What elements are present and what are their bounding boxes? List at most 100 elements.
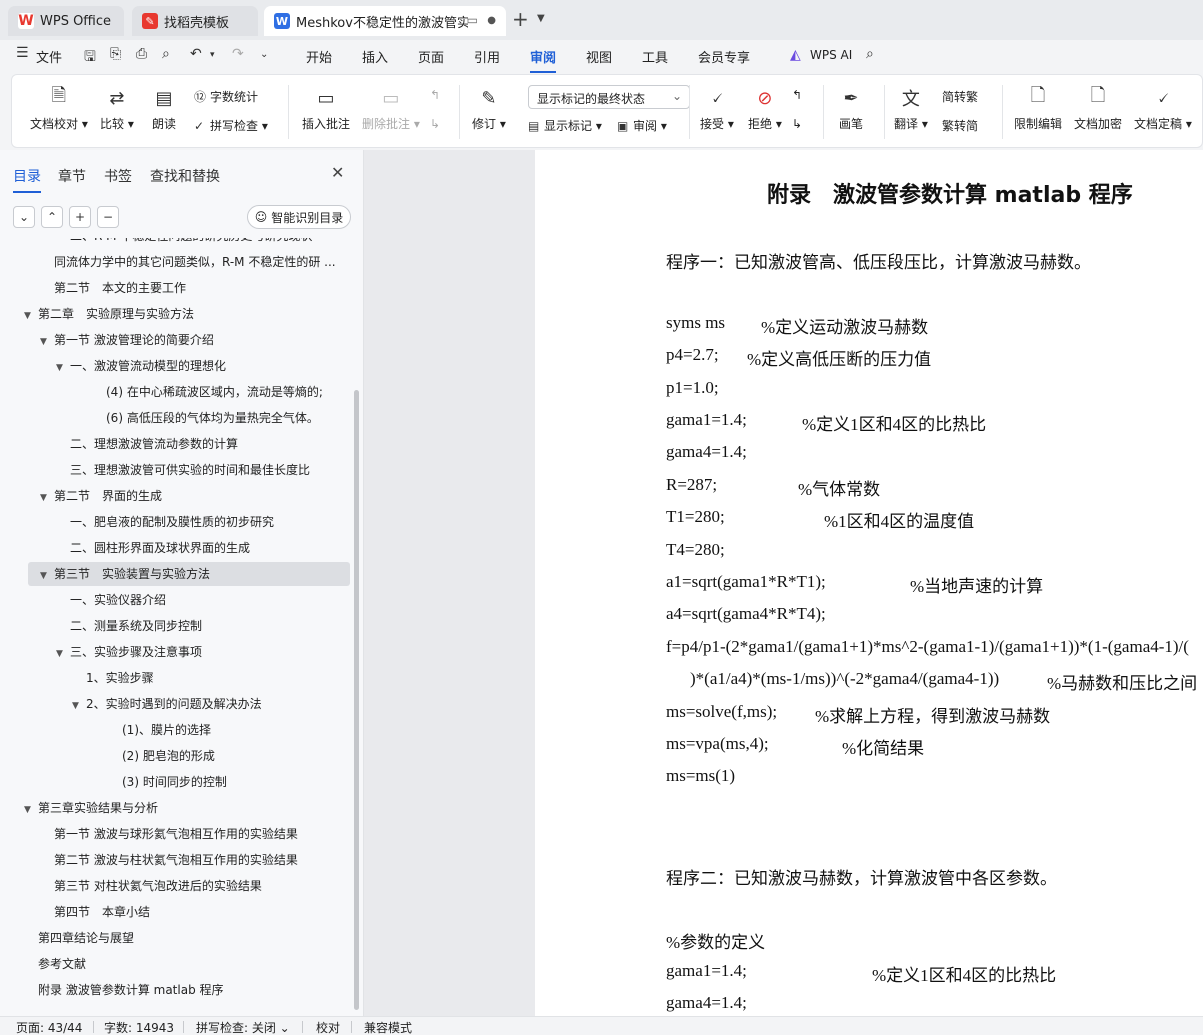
- tab-template[interactable]: ✎ 找稻壳模板: [132, 6, 258, 36]
- toc-item[interactable]: 第四章结论与展望: [24, 926, 134, 950]
- show-markup-button[interactable]: ▤ 显示标记 ▾: [528, 117, 602, 134]
- menu-references[interactable]: 引用: [474, 47, 500, 66]
- toc-item[interactable]: (1)、膜片的选择: [108, 718, 211, 742]
- print-icon[interactable]: ⎙: [136, 46, 147, 62]
- accept-button[interactable]: 🗸 接受 ▾: [700, 85, 734, 132]
- pen-button[interactable]: ✒ 画笔: [838, 85, 864, 132]
- toc-item[interactable]: ▼ 2、实验时遇到的问题及解决办法: [72, 692, 262, 716]
- toc-item[interactable]: ▼ 第三章实验结果与分析: [24, 796, 158, 820]
- toc-item[interactable]: 三、理想激波管可供实验的时间和最佳长度比: [56, 458, 310, 482]
- toc-item[interactable]: 二、测量系统及同步控制: [56, 614, 202, 638]
- tab-find-replace[interactable]: 查找和替换: [150, 166, 220, 186]
- toc-item[interactable]: 一、实验仪器介绍: [56, 588, 166, 612]
- expand-arrow-icon[interactable]: ▼: [56, 356, 70, 380]
- next-comment-icon[interactable]: ↳: [430, 117, 440, 131]
- share-icon[interactable]: ⎘: [110, 46, 121, 62]
- hamburger-icon[interactable]: ☰: [16, 45, 29, 61]
- expand-arrow-icon[interactable]: ▼: [24, 798, 38, 822]
- review-pane-button[interactable]: ▣ 审阅 ▾: [617, 117, 667, 134]
- compare-button[interactable]: ⇄ 比较 ▾: [100, 85, 134, 132]
- toc-item[interactable]: ▼ 第三节 实验装置与实验方法: [28, 562, 350, 586]
- menu-file[interactable]: 文件: [36, 47, 62, 66]
- expand-arrow-icon[interactable]: ▼: [56, 642, 70, 666]
- redo-icon[interactable]: ↷: [232, 46, 244, 62]
- tab-document[interactable]: W Meshkov不稳定性的激波管实 ▭ ●: [264, 6, 506, 36]
- toc-item[interactable]: 参考文献: [24, 952, 86, 976]
- menu-tools[interactable]: 工具: [642, 47, 668, 66]
- expand-arrow-icon[interactable]: ▼: [40, 564, 54, 588]
- spell-check-button[interactable]: ✓ 拼写检查 ▾: [194, 117, 268, 134]
- toc-item[interactable]: 二、R-M 不稳定性问题的研究历史与研究现状: [56, 238, 312, 248]
- toc-item[interactable]: (4) 在中心稀疏波区域内，流动是等熵的;: [92, 380, 323, 404]
- quick-access-more-icon[interactable]: ⌄: [260, 49, 268, 60]
- doc-check-button[interactable]: 🗎 文档校对 ▾: [30, 85, 88, 132]
- expand-arrow-icon[interactable]: ▼: [40, 330, 54, 354]
- menu-member[interactable]: 会员专享: [698, 47, 750, 66]
- tab-toc[interactable]: 目录: [13, 166, 41, 193]
- toc-item[interactable]: ▼ 第二章 实验原理与实验方法: [24, 302, 194, 326]
- expand-arrow-icon[interactable]: ▼: [40, 486, 54, 510]
- toc-scrollbar[interactable]: [354, 390, 359, 1010]
- word-count-button[interactable]: ⑫ 字数统计: [194, 88, 258, 105]
- print-preview-icon[interactable]: ⌕: [162, 46, 170, 62]
- menu-review[interactable]: 审阅: [530, 47, 557, 73]
- finalize-button[interactable]: 🗸 文档定稿 ▾: [1134, 85, 1192, 132]
- toc-item[interactable]: 二、理想激波管流动参数的计算: [56, 432, 238, 456]
- menu-page[interactable]: 页面: [418, 47, 444, 66]
- toc-item[interactable]: ▼ 一、激波管流动模型的理想化: [56, 354, 226, 378]
- to-traditional-button[interactable]: 简转繁: [942, 88, 978, 105]
- toc-item[interactable]: (2) 肥皂泡的形成: [108, 744, 215, 768]
- expand-all-button[interactable]: ⌄: [13, 206, 35, 228]
- markup-mode-select[interactable]: 显示标记的最终状态 ⌄: [528, 85, 690, 109]
- reject-button[interactable]: ⊘ 拒绝 ▾: [748, 85, 782, 132]
- toc-item[interactable]: 同流体力学中的其它问题类似，R-M 不稳定性的研 ...: [40, 250, 336, 274]
- expand-arrow-icon[interactable]: ▼: [72, 694, 86, 718]
- toc-item[interactable]: 一、肥皂液的配制及膜性质的初步研究: [56, 510, 274, 534]
- toc-item[interactable]: (6) 高低压段的气体均为量热完全气体。: [92, 406, 319, 430]
- toc-item[interactable]: ▼ 第二节 界面的生成: [40, 484, 162, 508]
- collapse-button[interactable]: ⌃: [41, 206, 63, 228]
- toc-item[interactable]: ▼ 三、实验步骤及注意事项: [56, 640, 202, 664]
- close-icon[interactable]: ✕: [331, 163, 344, 182]
- tab-wps-office[interactable]: W WPS Office: [8, 6, 124, 36]
- chevron-down-icon[interactable]: ▼: [537, 13, 545, 24]
- toc-item[interactable]: 附录 激波管参数计算 matlab 程序: [24, 978, 224, 1002]
- smart-toc-button[interactable]: ☺ 智能识别目录: [247, 205, 351, 229]
- prev-change-icon[interactable]: ↰: [792, 88, 802, 102]
- menu-view[interactable]: 视图: [586, 47, 612, 66]
- next-change-icon[interactable]: ↳: [792, 117, 802, 131]
- search-icon[interactable]: ⌕: [866, 46, 874, 62]
- proofread-status[interactable]: 校对: [316, 1019, 340, 1035]
- toc-item[interactable]: 二、圆柱形界面及球状界面的生成: [56, 536, 250, 560]
- word-count[interactable]: 字数: 14943: [104, 1019, 174, 1035]
- restrict-edit-button[interactable]: 🗋 限制编辑: [1014, 85, 1062, 132]
- undo-menu-icon[interactable]: ▾: [210, 50, 215, 60]
- toc-item[interactable]: 第四节 本章小结: [40, 900, 150, 924]
- expand-arrow-icon[interactable]: ▼: [24, 304, 38, 328]
- add-heading-button[interactable]: +: [69, 206, 91, 228]
- page-indicator[interactable]: 页面: 43/44: [16, 1019, 82, 1035]
- delete-comment-button[interactable]: ▭ 删除批注 ▾: [362, 85, 420, 132]
- toc-item[interactable]: (3) 时间同步的控制: [108, 770, 227, 794]
- toc-item[interactable]: 1、实验步骤: [72, 666, 154, 690]
- remove-heading-button[interactable]: −: [97, 206, 119, 228]
- menu-wps-ai[interactable]: WPS AI: [810, 48, 852, 62]
- toc-item[interactable]: 第二节 激波与柱状氦气泡相互作用的实验结果: [40, 848, 298, 872]
- tab-sections[interactable]: 章节: [58, 166, 86, 186]
- save-icon[interactable]: 🖫: [84, 46, 96, 70]
- menu-insert[interactable]: 插入: [362, 47, 388, 66]
- translate-button[interactable]: 文 翻译 ▾: [894, 85, 928, 132]
- read-aloud-button[interactable]: ▤ 朗读: [151, 85, 177, 132]
- new-tab-button[interactable]: +: [512, 9, 529, 29]
- insert-comment-button[interactable]: ▭ 插入批注: [302, 85, 350, 132]
- toc-item[interactable]: 第二节 本文的主要工作: [40, 276, 186, 300]
- undo-icon[interactable]: ↶: [190, 46, 202, 62]
- to-simplified-button[interactable]: 繁转简: [942, 117, 978, 134]
- toc-item[interactable]: ▼ 第一节 激波管理论的简要介绍: [40, 328, 214, 352]
- toc-item[interactable]: 第三节 对柱状氦气泡改进后的实验结果: [40, 874, 262, 898]
- unsaved-dot-icon[interactable]: ●: [487, 15, 496, 26]
- tab-bookmarks[interactable]: 书签: [104, 166, 132, 186]
- spell-check-status[interactable]: 拼写检查: 关闭 ⌄: [196, 1019, 290, 1035]
- track-changes-button[interactable]: ✎ 修订 ▾: [472, 85, 506, 132]
- encrypt-button[interactable]: 🗋 文档加密: [1074, 85, 1122, 132]
